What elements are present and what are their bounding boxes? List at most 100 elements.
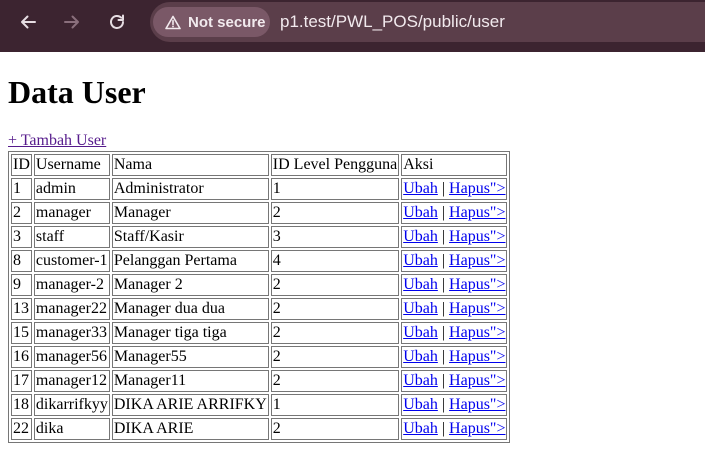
edit-link[interactable]: Ubah: [403, 180, 438, 197]
column-header: Aksi: [401, 154, 508, 176]
cell-actions: Ubah | Hapus">: [401, 274, 508, 296]
delete-link[interactable]: Hapus">: [449, 228, 505, 245]
cell-nama: DIKA ARIE ARRIFKY: [111, 394, 269, 416]
edit-link[interactable]: Ubah: [403, 300, 438, 317]
cell-nama: Manager11: [111, 370, 269, 392]
warning-icon: [165, 15, 181, 29]
cell-level: 2: [270, 202, 400, 224]
cell-username: customer-1: [33, 250, 110, 272]
cell-actions: Ubah | Hapus">: [401, 370, 508, 392]
cell-id: 16: [11, 346, 32, 368]
delete-link[interactable]: Hapus">: [449, 324, 505, 341]
cell-id: 15: [11, 322, 32, 344]
cell-nama: Manager dua dua: [111, 298, 269, 320]
column-header: Nama: [111, 154, 269, 176]
url-text[interactable]: p1.test/PWL_POS/public/user: [280, 12, 505, 32]
cell-username: manager: [33, 202, 110, 224]
cell-actions: Ubah | Hapus">: [401, 298, 508, 320]
table-row: 2 manager Manager 2 Ubah | Hapus">: [11, 202, 508, 224]
security-chip[interactable]: Not secure: [153, 7, 270, 37]
table-row: 1 admin Administrator 1 Ubah | Hapus">: [11, 178, 508, 200]
forward-button[interactable]: [56, 6, 88, 38]
cell-nama: Manager tiga tiga: [111, 322, 269, 344]
reload-button[interactable]: [101, 6, 133, 38]
delete-link[interactable]: Hapus">: [449, 276, 505, 293]
cell-username: admin: [33, 178, 110, 200]
cell-level: 4: [270, 250, 400, 272]
action-separator: |: [441, 252, 446, 269]
back-button[interactable]: [12, 6, 44, 38]
action-separator: |: [441, 324, 446, 341]
column-header: Username: [33, 154, 110, 176]
cell-level: 2: [270, 418, 400, 440]
action-separator: |: [441, 372, 446, 389]
table-row: 18 dikarrifkyy DIKA ARIE ARRIFKY 1 Ubah | Ha…: [11, 394, 508, 416]
edit-link[interactable]: Ubah: [403, 204, 438, 221]
table-header-row: ID Username Nama ID Level Pengguna Aksi: [11, 154, 508, 176]
cell-username: manager22: [33, 298, 110, 320]
cell-nama: Manager 2: [111, 274, 269, 296]
cell-level: 2: [270, 322, 400, 344]
cell-id: 13: [11, 298, 32, 320]
table-row: 13 manager22 Manager dua dua 2 Ubah | Hapus"…: [11, 298, 508, 320]
delete-link[interactable]: Hapus">: [449, 348, 505, 365]
cell-username: manager12: [33, 370, 110, 392]
delete-link[interactable]: Hapus">: [449, 396, 505, 413]
cell-id: 17: [11, 370, 32, 392]
delete-link[interactable]: Hapus">: [449, 180, 505, 197]
cell-id: 3: [11, 226, 32, 248]
table-row: 8 customer-1 Pelanggan Pertama 4 Ubah | Hapu…: [11, 250, 508, 272]
table-row: 9 manager-2 Manager 2 2 Ubah | Hapus">: [11, 274, 508, 296]
edit-link[interactable]: Ubah: [403, 348, 438, 365]
cell-actions: Ubah | Hapus">: [401, 394, 508, 416]
action-separator: |: [441, 348, 446, 365]
action-separator: |: [441, 300, 446, 317]
action-separator: |: [441, 396, 446, 413]
page-title: Data User: [8, 74, 146, 110]
cell-username: dikarrifkyy: [33, 394, 110, 416]
cell-nama: DIKA ARIE: [111, 418, 269, 440]
cell-id: 8: [11, 250, 32, 272]
cell-username: manager33: [33, 322, 110, 344]
edit-link[interactable]: Ubah: [403, 396, 438, 413]
table-row: 17 manager12 Manager11 2 Ubah | Hapus">: [11, 370, 508, 392]
cell-actions: Ubah | Hapus">: [401, 346, 508, 368]
cell-actions: Ubah | Hapus">: [401, 178, 508, 200]
cell-actions: Ubah | Hapus">: [401, 226, 508, 248]
arrow-right-icon: [64, 15, 79, 29]
arrow-left-icon: [21, 15, 36, 29]
cell-level: 1: [270, 178, 400, 200]
cell-id: 1: [11, 178, 32, 200]
delete-link[interactable]: Hapus">: [449, 252, 505, 269]
delete-link[interactable]: Hapus">: [449, 204, 505, 221]
cell-nama: Manager55: [111, 346, 269, 368]
table-row: 16 manager56 Manager55 2 Ubah | Hapus">: [11, 346, 508, 368]
edit-link[interactable]: Ubah: [403, 276, 438, 293]
action-separator: |: [441, 204, 446, 221]
add-user-link[interactable]: + Tambah User: [8, 132, 106, 150]
delete-link[interactable]: Hapus">: [449, 300, 505, 317]
edit-link[interactable]: Ubah: [403, 420, 438, 437]
edit-link[interactable]: Ubah: [403, 324, 438, 341]
delete-link[interactable]: Hapus">: [449, 420, 505, 437]
cell-level: 2: [270, 298, 400, 320]
address-bar[interactable]: Not secure p1.test/PWL_POS/public/user: [150, 2, 705, 42]
action-separator: |: [441, 180, 446, 197]
cell-level: 2: [270, 370, 400, 392]
edit-link[interactable]: Ubah: [403, 252, 438, 269]
edit-link[interactable]: Ubah: [403, 372, 438, 389]
cell-level: 2: [270, 274, 400, 296]
action-separator: |: [441, 228, 446, 245]
cell-nama: Manager: [111, 202, 269, 224]
cell-username: staff: [33, 226, 110, 248]
cell-username: manager-2: [33, 274, 110, 296]
cell-level: 1: [270, 394, 400, 416]
cell-nama: Pelanggan Pertama: [111, 250, 269, 272]
cell-id: 2: [11, 202, 32, 224]
cell-actions: Ubah | Hapus">: [401, 418, 508, 440]
reload-icon: [110, 14, 124, 29]
cell-nama: Administrator: [111, 178, 269, 200]
cell-username: dika: [33, 418, 110, 440]
delete-link[interactable]: Hapus">: [449, 372, 505, 389]
edit-link[interactable]: Ubah: [403, 228, 438, 245]
